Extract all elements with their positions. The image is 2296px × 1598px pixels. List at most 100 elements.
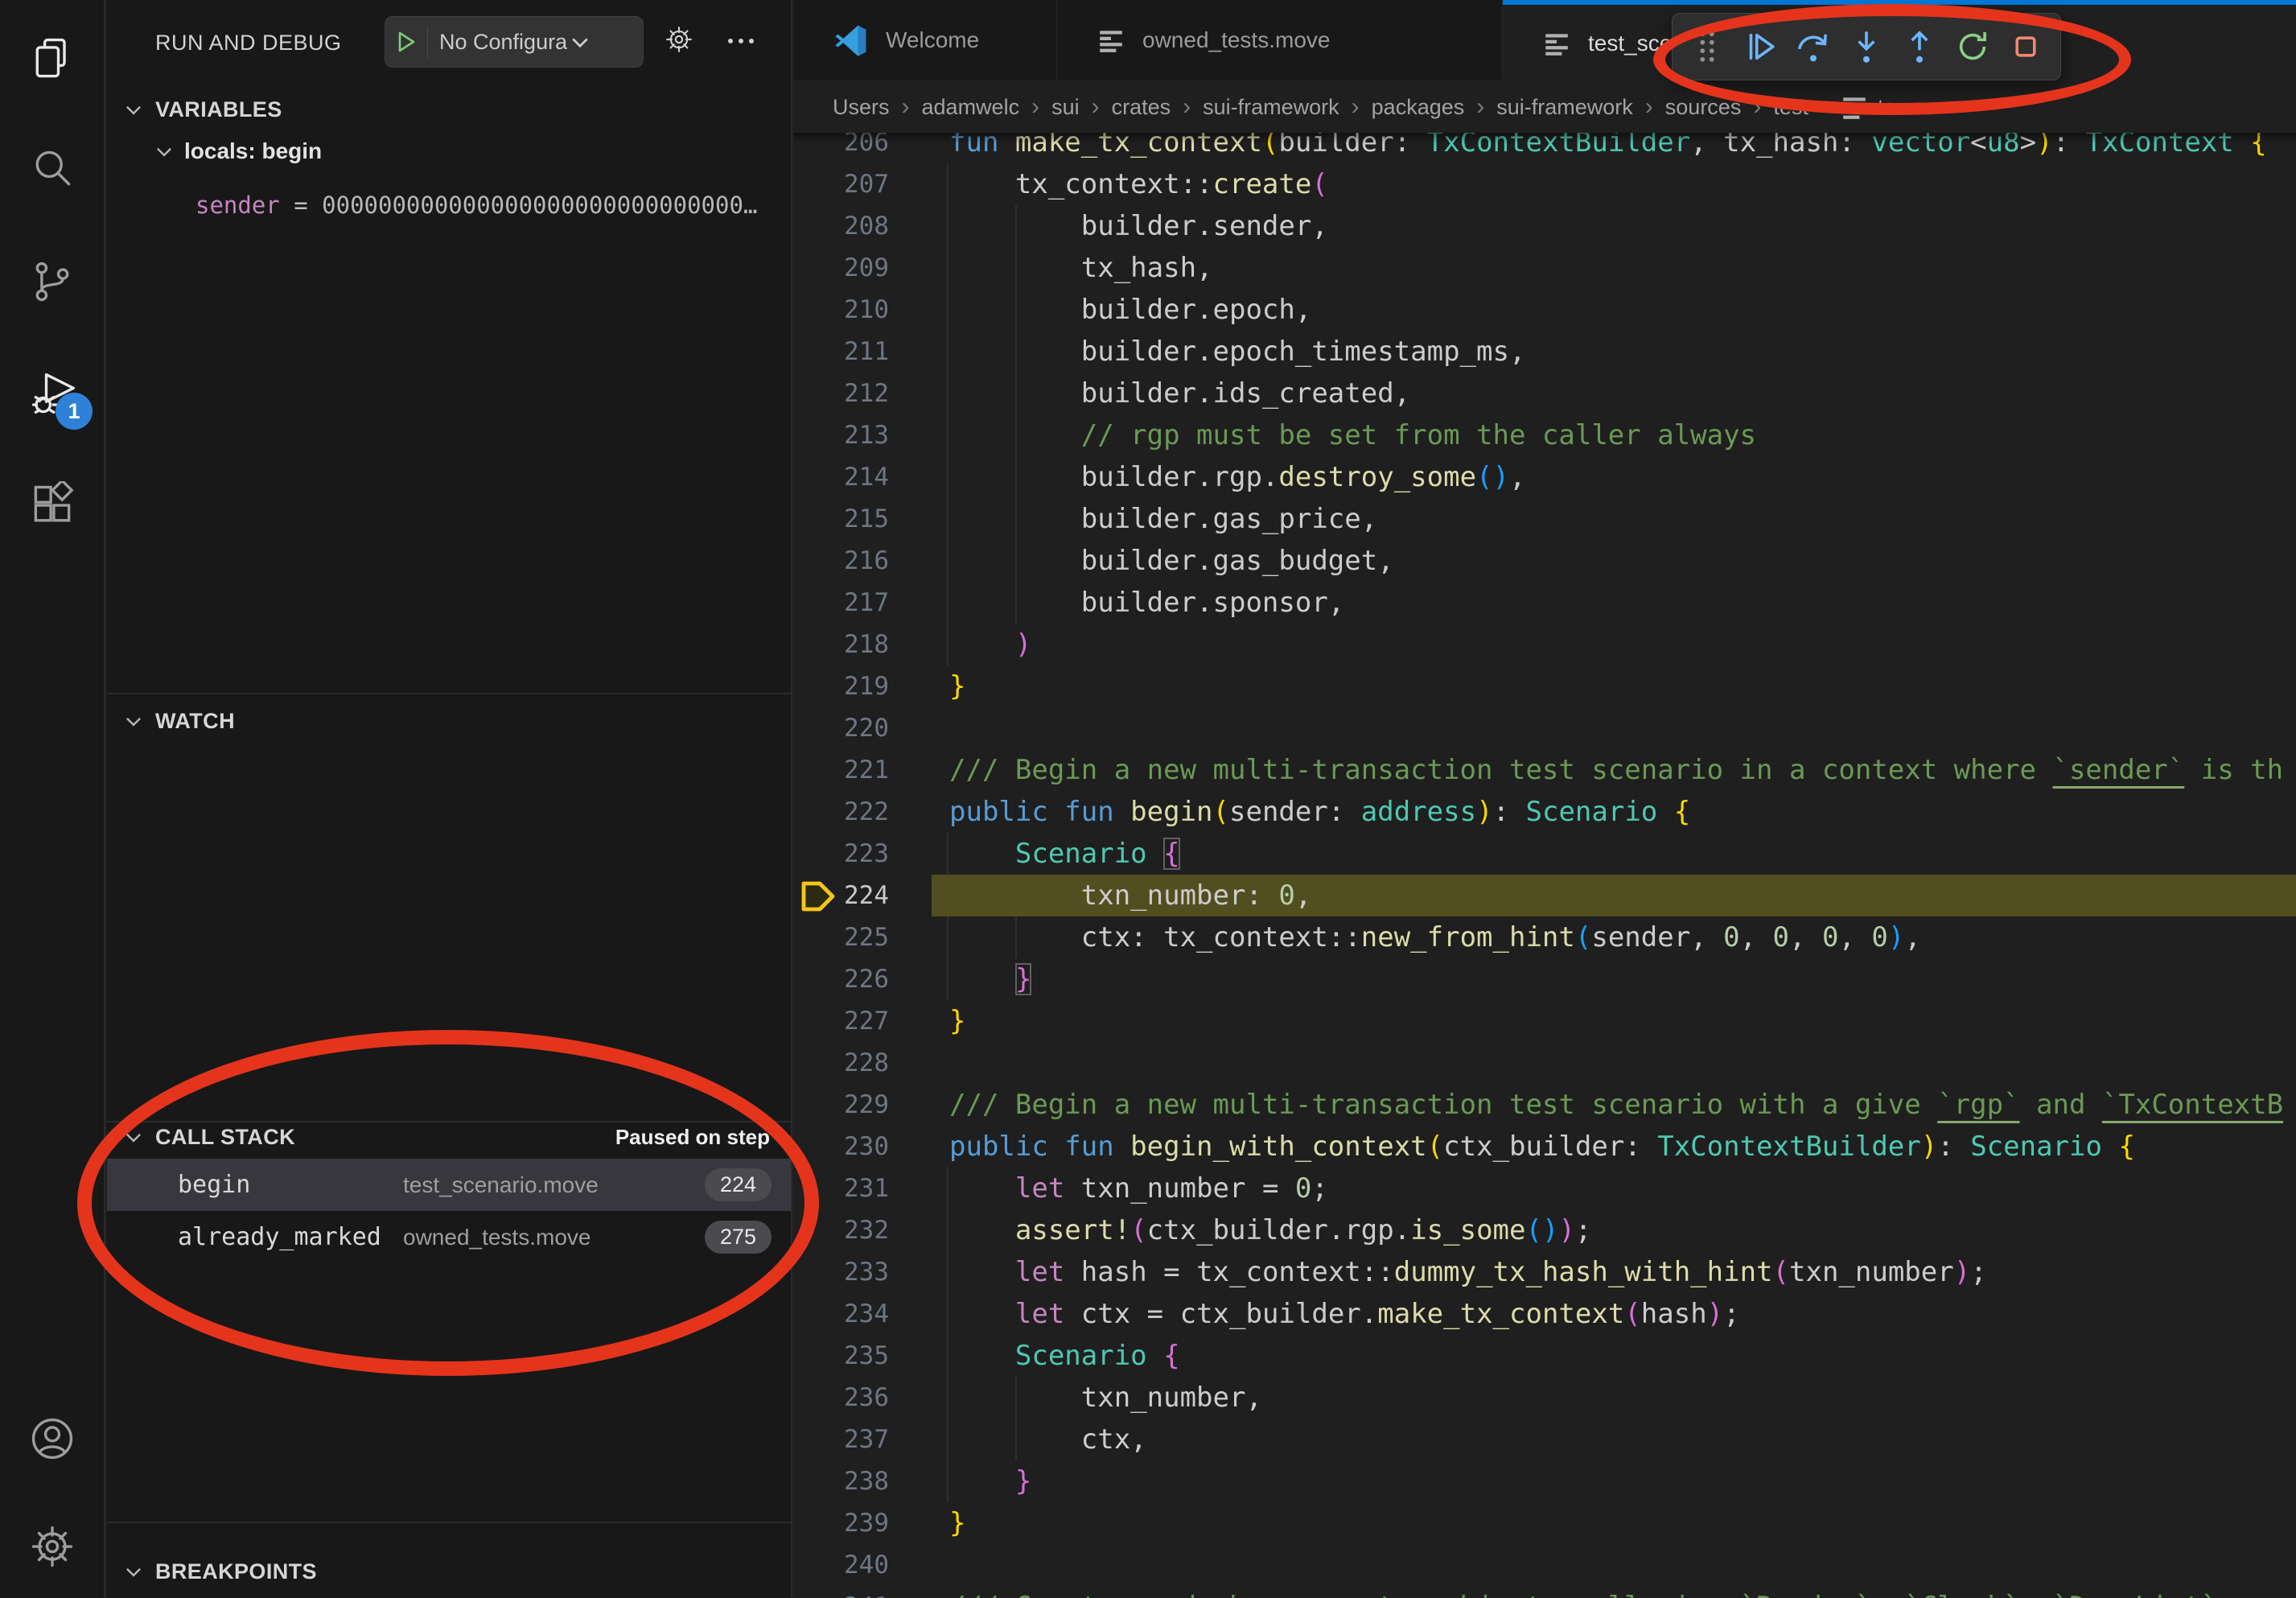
code-line-221[interactable]: 221/// Begin a new multi-transaction tes… bbox=[794, 749, 2296, 791]
line-number[interactable]: 220 bbox=[794, 707, 889, 749]
breadcrumb-item[interactable]: sui bbox=[1051, 95, 1080, 120]
line-number[interactable]: 212 bbox=[794, 373, 889, 414]
breakpoints-section-header[interactable]: BREAKPOINTS bbox=[107, 1549, 791, 1594]
line-number[interactable]: 213 bbox=[794, 414, 889, 456]
code-line-206[interactable]: 206fun make_tx_context(builder: TxContex… bbox=[794, 133, 2296, 163]
code-line-224[interactable]: 224 txn_number: 0, bbox=[794, 875, 2296, 916]
code-line-237[interactable]: 237 ctx, bbox=[794, 1419, 2296, 1460]
launch-configuration-dropdown[interactable]: No Configura bbox=[385, 16, 644, 68]
line-number[interactable]: 237 bbox=[794, 1419, 889, 1460]
tab-owned-tests-move[interactable]: owned_tests.move bbox=[1057, 0, 1503, 80]
extensions-icon[interactable] bbox=[0, 457, 104, 554]
continue-button[interactable] bbox=[1734, 20, 1787, 73]
toolbar-drag-handle[interactable] bbox=[1681, 20, 1734, 73]
locals-scope-row[interactable]: locals: begin bbox=[154, 138, 322, 164]
code-line-230[interactable]: 230public fun begin_with_context(ctx_bui… bbox=[794, 1126, 2296, 1168]
code-line-219[interactable]: 219} bbox=[794, 665, 2296, 707]
line-number[interactable]: 222 bbox=[794, 791, 889, 833]
line-number[interactable]: 238 bbox=[794, 1460, 889, 1502]
code-line-216[interactable]: 216 builder.gas_budget, bbox=[794, 540, 2296, 582]
code-line-239[interactable]: 239} bbox=[794, 1502, 2296, 1544]
code-line-229[interactable]: 229/// Begin a new multi-transaction tes… bbox=[794, 1084, 2296, 1126]
line-number[interactable]: 208 bbox=[794, 205, 889, 247]
stop-button[interactable] bbox=[1999, 20, 2052, 73]
line-number[interactable]: 227 bbox=[794, 1000, 889, 1042]
code-line-213[interactable]: 213 // rgp must be set from the caller a… bbox=[794, 414, 2296, 456]
code-line-235[interactable]: 235 Scenario { bbox=[794, 1335, 2296, 1377]
breadcrumb-item[interactable]: packages bbox=[1372, 95, 1465, 120]
line-number[interactable]: 206 bbox=[794, 133, 889, 163]
code-line-225[interactable]: 225 ctx: tx_context::new_from_hint(sende… bbox=[794, 916, 2296, 958]
line-number[interactable]: 225 bbox=[794, 916, 889, 958]
line-number[interactable]: 241 bbox=[794, 1586, 889, 1598]
line-number[interactable]: 230 bbox=[794, 1126, 889, 1168]
line-number[interactable]: 240 bbox=[794, 1544, 889, 1586]
code-line-211[interactable]: 211 builder.epoch_timestamp_ms, bbox=[794, 331, 2296, 373]
breadcrumb-item[interactable]: test bbox=[1773, 95, 1808, 120]
step-into-button[interactable] bbox=[1840, 20, 1893, 73]
code-line-218[interactable]: 218 ) bbox=[794, 624, 2296, 665]
code-line-228[interactable]: 228 bbox=[794, 1042, 2296, 1084]
code-line-236[interactable]: 236 txn_number, bbox=[794, 1377, 2296, 1419]
code-editor[interactable]: 206fun make_tx_context(builder: TxContex… bbox=[794, 133, 2296, 1598]
line-number[interactable]: 207 bbox=[794, 163, 889, 205]
line-number[interactable]: 218 bbox=[794, 624, 889, 665]
settings-gear-icon[interactable] bbox=[0, 1498, 104, 1595]
line-number[interactable]: 224 bbox=[794, 875, 889, 916]
code-line-227[interactable]: 227} bbox=[794, 1000, 2296, 1042]
code-line-207[interactable]: 207 tx_context::create( bbox=[794, 163, 2296, 205]
code-line-214[interactable]: 214 builder.rgp.destroy_some(), bbox=[794, 456, 2296, 498]
breadcrumb-item[interactable]: adamwelc bbox=[922, 95, 1020, 120]
line-number[interactable]: 223 bbox=[794, 833, 889, 875]
line-number[interactable]: 229 bbox=[794, 1084, 889, 1126]
code-line-217[interactable]: 217 builder.sponsor, bbox=[794, 582, 2296, 624]
code-line-234[interactable]: 234 let ctx = ctx_builder.make_tx_contex… bbox=[794, 1293, 2296, 1335]
restart-button[interactable] bbox=[1946, 20, 1999, 73]
accounts-icon[interactable] bbox=[0, 1390, 104, 1487]
line-number[interactable]: 234 bbox=[794, 1293, 889, 1335]
line-number[interactable]: 239 bbox=[794, 1502, 889, 1544]
stack-frame-begin[interactable]: begintest_scenario.move224 bbox=[107, 1159, 791, 1211]
line-number[interactable]: 209 bbox=[794, 247, 889, 289]
line-number[interactable]: 221 bbox=[794, 749, 889, 791]
line-number[interactable]: 215 bbox=[794, 498, 889, 540]
code-line-233[interactable]: 233 let hash = tx_context::dummy_tx_hash… bbox=[794, 1251, 2296, 1293]
source-control-icon[interactable] bbox=[0, 233, 104, 330]
breadcrumb-item[interactable]: sui-framework bbox=[1203, 95, 1339, 120]
breadcrumb-item[interactable]: Users bbox=[833, 95, 890, 120]
code-line-208[interactable]: 208 builder.sender, bbox=[794, 205, 2296, 247]
more-actions-icon[interactable] bbox=[725, 35, 757, 47]
code-line-231[interactable]: 231 let txn_number = 0; bbox=[794, 1168, 2296, 1209]
code-line-220[interactable]: 220 bbox=[794, 707, 2296, 749]
breadcrumb-item[interactable]: sui-framework bbox=[1496, 95, 1633, 120]
debug-settings-gear-icon[interactable] bbox=[664, 24, 694, 55]
code-line-222[interactable]: 222public fun begin(sender: address): Sc… bbox=[794, 791, 2296, 833]
step-out-button[interactable] bbox=[1893, 20, 1946, 73]
tab-welcome[interactable]: Welcome bbox=[794, 0, 1057, 80]
line-number[interactable]: 216 bbox=[794, 540, 889, 582]
code-line-212[interactable]: 212 builder.ids_created, bbox=[794, 373, 2296, 414]
variables-section-header[interactable]: VARIABLES bbox=[107, 87, 791, 132]
code-line-223[interactable]: 223 Scenario { bbox=[794, 833, 2296, 875]
code-line-209[interactable]: 209 tx_hash, bbox=[794, 247, 2296, 289]
start-debugging-icon[interactable] bbox=[385, 26, 428, 58]
code-line-241[interactable]: 241/// Creates and shares system objects… bbox=[794, 1586, 2296, 1598]
code-line-226[interactable]: 226 } bbox=[794, 958, 2296, 1000]
breadcrumb-item[interactable]: crates bbox=[1112, 95, 1171, 120]
code-line-215[interactable]: 215 builder.gas_price, bbox=[794, 498, 2296, 540]
line-number[interactable]: 228 bbox=[794, 1042, 889, 1084]
code-line-240[interactable]: 240 bbox=[794, 1544, 2296, 1586]
code-line-238[interactable]: 238 } bbox=[794, 1460, 2296, 1502]
variable-row-sender[interactable]: sender = 000000000000000000000000000000… bbox=[195, 192, 775, 219]
code-line-232[interactable]: 232 assert!(ctx_builder.rgp.is_some()); bbox=[794, 1209, 2296, 1251]
line-number[interactable]: 232 bbox=[794, 1209, 889, 1251]
breadcrumb-item-file[interactable]: te bbox=[1841, 93, 1896, 121]
line-number[interactable]: 219 bbox=[794, 665, 889, 707]
stack-frame-already_marked[interactable]: already_markedowned_tests.move275 bbox=[107, 1211, 791, 1263]
line-number[interactable]: 210 bbox=[794, 289, 889, 331]
step-over-button[interactable] bbox=[1787, 20, 1840, 73]
line-number[interactable]: 217 bbox=[794, 582, 889, 624]
run-and-debug-icon[interactable]: 1 bbox=[0, 344, 104, 441]
watch-section-header[interactable]: WATCH bbox=[107, 698, 791, 743]
line-number[interactable]: 235 bbox=[794, 1335, 889, 1377]
